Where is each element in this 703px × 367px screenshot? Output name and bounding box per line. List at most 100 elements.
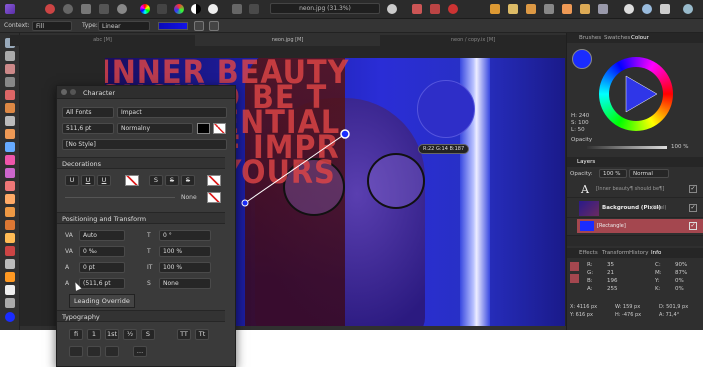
font-family-select[interactable]: Impact — [117, 107, 227, 118]
underline-button[interactable]: U — [65, 175, 79, 186]
text-tool-icon[interactable] — [5, 285, 15, 295]
layers-opacity-field[interactable]: 100 % — [599, 169, 627, 178]
tab-effects[interactable]: Effects — [579, 250, 598, 256]
transform-icon[interactable] — [562, 4, 572, 14]
height-scale-field[interactable]: 100 % — [159, 262, 211, 273]
fill-tool-icon[interactable] — [5, 155, 15, 165]
decoration-line-swatch[interactable] — [207, 192, 221, 203]
primary-colour-swatch[interactable] — [572, 49, 592, 69]
tracking-field[interactable]: Auto — [79, 230, 125, 241]
flood-select-tool-icon[interactable] — [5, 103, 15, 113]
refine-icon[interactable] — [448, 4, 458, 14]
levels-icon[interactable] — [157, 4, 167, 14]
small-caps-button[interactable]: Tt — [195, 329, 209, 340]
selection-brush-tool-icon[interactable] — [5, 90, 15, 100]
snapping-icon[interactable] — [490, 4, 500, 14]
hsl-icon[interactable] — [174, 4, 184, 14]
baseline-field[interactable]: 0 pt — [79, 262, 125, 273]
share-icon[interactable] — [642, 4, 652, 14]
assistant-icon[interactable] — [624, 4, 634, 14]
quickmask-icon[interactable] — [412, 4, 422, 14]
pen-tool-icon[interactable] — [5, 259, 15, 269]
numeral-button[interactable]: 1 — [87, 329, 101, 340]
arrange-icon[interactable] — [508, 4, 518, 14]
tab-abc[interactable]: abc [M] — [10, 35, 195, 46]
shear-field[interactable]: 0 ° — [159, 230, 211, 241]
move-tool-icon[interactable] — [5, 51, 15, 61]
layer-visible-check[interactable]: ✓ — [689, 185, 697, 193]
layer-row-text[interactable]: A [Inner beauty¶ should be¶] ✓ — [567, 181, 703, 198]
swash-button[interactable]: S — [141, 329, 155, 340]
healing-tool-icon[interactable] — [5, 220, 15, 230]
font-size-field[interactable]: 511,6 pt — [62, 123, 114, 134]
tab-history[interactable]: History — [629, 250, 649, 256]
gradient-swatch[interactable] — [158, 22, 188, 30]
user-icon[interactable] — [683, 4, 693, 14]
background-visible-check[interactable]: ✓ — [689, 204, 697, 212]
layers-title[interactable]: Layers — [577, 159, 595, 165]
red-eye-tool-icon[interactable] — [5, 246, 15, 256]
flip-icon[interactable] — [544, 4, 554, 14]
white-balance-icon[interactable] — [208, 4, 218, 14]
width-scale-field[interactable]: 100 % — [159, 246, 211, 257]
leading-field[interactable]: (511,6 pt — [79, 278, 125, 289]
text-style-select[interactable]: [No Style] — [62, 139, 227, 150]
tab-transform[interactable]: Transform — [602, 250, 629, 256]
boolean-icon[interactable] — [580, 4, 590, 14]
marquee-tool-icon[interactable] — [5, 116, 15, 126]
strike-words-button[interactable]: S — [181, 175, 195, 186]
double-underline-button[interactable]: U — [81, 175, 95, 186]
fractions-button[interactable]: ½ — [123, 329, 137, 340]
shape-tool-icon[interactable] — [5, 272, 15, 282]
blemish-tool-icon[interactable] — [5, 233, 15, 243]
persona-photo-icon[interactable] — [45, 4, 55, 14]
strike-color-swatch[interactable] — [207, 175, 221, 186]
ordinals-button[interactable]: 1st — [105, 329, 119, 340]
close-panel-icon[interactable] — [61, 89, 67, 95]
position-sub-button[interactable] — [105, 346, 119, 357]
layer-row-rectangle[interactable]: [Rectangle] ✓ — [577, 219, 703, 233]
persona-tone-icon[interactable] — [99, 4, 109, 14]
font-style-select[interactable]: Normalny — [117, 123, 193, 134]
decorations-section-header[interactable]: Decorations — [57, 157, 225, 169]
paint-brush-tool-icon[interactable] — [5, 142, 15, 152]
order-icon[interactable] — [598, 4, 608, 14]
dodge-tool-icon[interactable] — [5, 194, 15, 204]
all-caps-button[interactable]: TT — [177, 329, 191, 340]
selection-brush-icon[interactable] — [430, 4, 440, 14]
strikethrough-button[interactable]: S — [149, 175, 163, 186]
tab-colour[interactable]: Colour — [631, 35, 649, 41]
typography-section-header[interactable]: Typography — [57, 310, 225, 322]
persona-liquify-icon[interactable] — [63, 4, 73, 14]
position-normal-button[interactable] — [69, 346, 83, 357]
contrast-icon[interactable] — [191, 4, 201, 14]
erase-tool-icon[interactable] — [5, 181, 15, 191]
text-color-swatch[interactable] — [197, 123, 210, 134]
persona-develop-icon[interactable] — [81, 4, 91, 14]
opacity-slider[interactable] — [587, 146, 667, 149]
tab-neon[interactable]: neon.jpg [M] — [195, 35, 380, 46]
color-picker-tool-icon[interactable] — [5, 64, 15, 74]
crop-tool-icon[interactable] — [5, 77, 15, 87]
positioning-section-header[interactable]: Positioning and Transform — [57, 212, 225, 224]
colour-triangle[interactable] — [599, 57, 673, 131]
grid-icon[interactable] — [249, 4, 259, 14]
character-panel-header[interactable]: Character — [57, 86, 235, 99]
context-fill-select[interactable]: Fill — [32, 21, 72, 31]
more-typography-button[interactable]: … — [133, 346, 147, 357]
kerning-field[interactable]: 0 ‰ — [79, 246, 125, 257]
clone-tool-icon[interactable] — [5, 207, 15, 217]
zoom-tool-icon[interactable] — [5, 298, 15, 308]
alignment-select[interactable]: None — [159, 278, 211, 289]
rectangle-visible-check[interactable]: ✓ — [689, 222, 697, 230]
studio-icon[interactable] — [660, 4, 670, 14]
position-super-button[interactable] — [87, 346, 101, 357]
rotate-gradient-icon[interactable] — [209, 21, 219, 31]
layer-row-background[interactable]: Background (Pixel) (Pixel) ✓ — [567, 199, 703, 218]
color-wheel-icon[interactable] — [140, 4, 150, 14]
align-icon[interactable] — [526, 4, 536, 14]
colour-wheel[interactable] — [599, 57, 673, 131]
text-bg-none-swatch[interactable] — [213, 123, 226, 134]
reverse-gradient-icon[interactable] — [194, 21, 204, 31]
layers-stack-icon[interactable] — [232, 4, 242, 14]
